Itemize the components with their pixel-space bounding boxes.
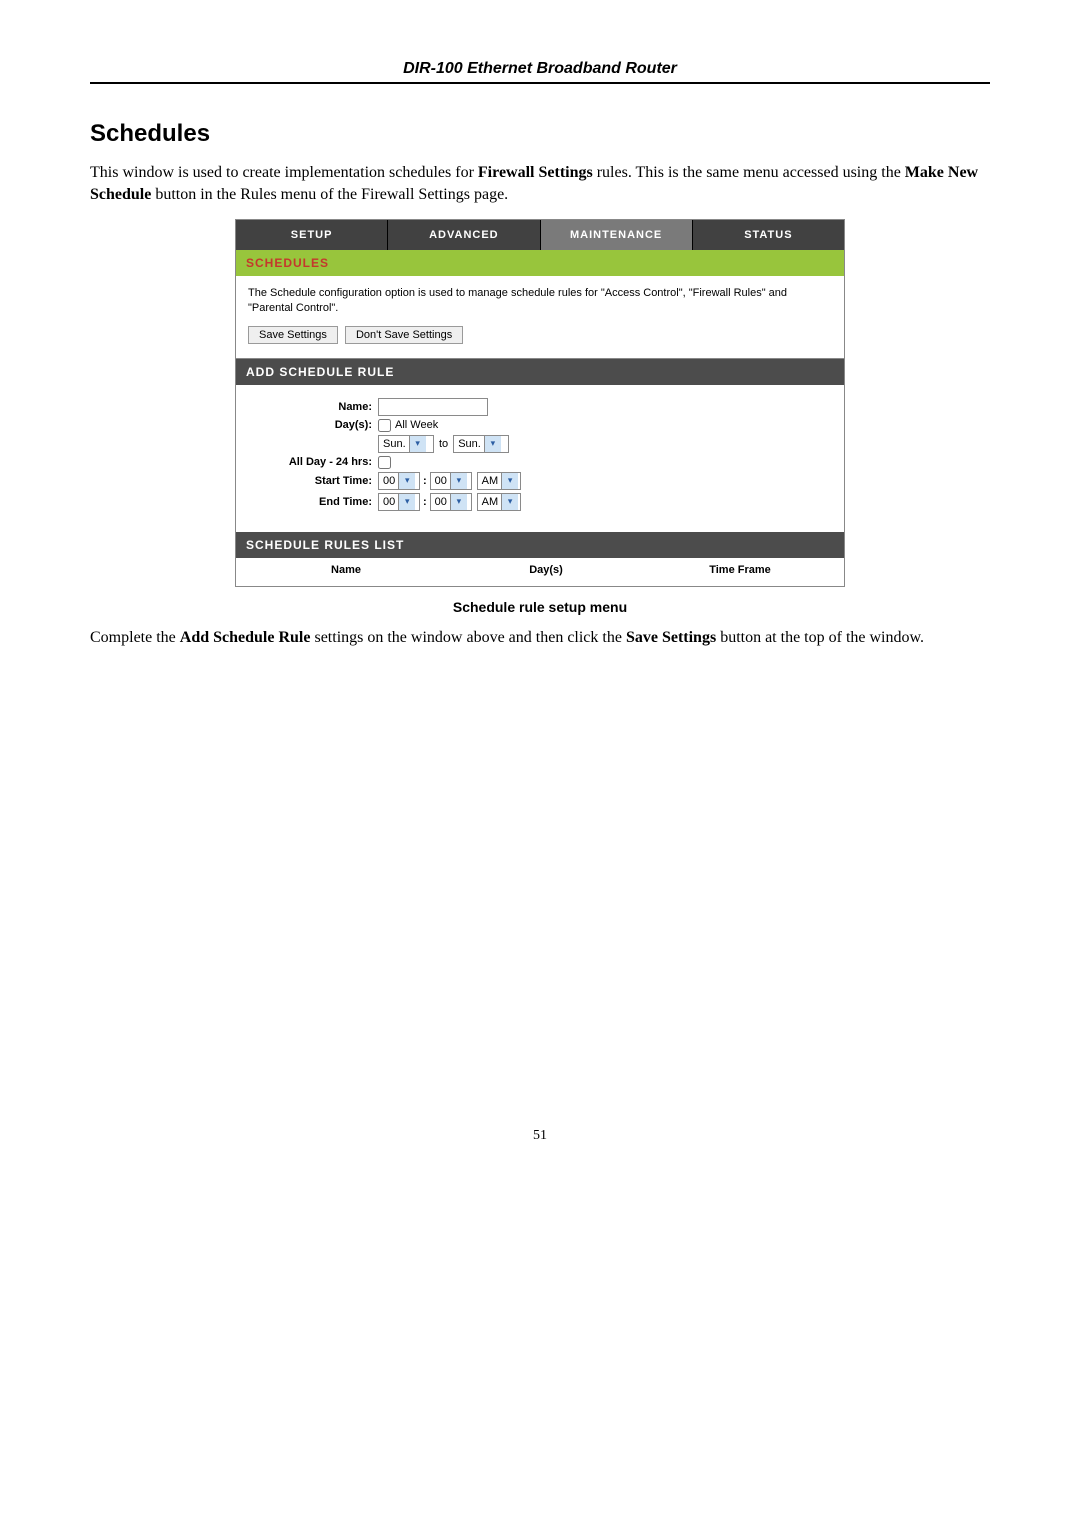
all-day-label: All Day - 24 hrs: bbox=[248, 456, 378, 468]
all-day-checkbox[interactable] bbox=[378, 456, 391, 469]
start-hour-value: 00 bbox=[383, 475, 398, 487]
tab-maintenance[interactable]: MAINTENANCE bbox=[541, 220, 693, 250]
end-minute-value: 00 bbox=[435, 496, 450, 508]
col-name: Name bbox=[246, 564, 446, 576]
to-label: to bbox=[439, 438, 448, 450]
time-colon: : bbox=[423, 496, 427, 508]
col-timeframe: Time Frame bbox=[646, 564, 834, 576]
list-head-row: Name Day(s) Time Frame bbox=[246, 564, 834, 576]
outro-paragraph: Complete the Add Schedule Rule settings … bbox=[90, 627, 990, 649]
chevron-down-icon: ▾ bbox=[398, 494, 415, 510]
outro-bold-2: Save Settings bbox=[626, 629, 716, 646]
name-label: Name: bbox=[248, 401, 378, 413]
chevron-down-icon: ▾ bbox=[409, 436, 426, 452]
doc-header: DIR-100 Ethernet Broadband Router bbox=[90, 60, 990, 84]
schedules-title-bar: SCHEDULES bbox=[236, 250, 844, 276]
chevron-down-icon: ▾ bbox=[450, 473, 467, 489]
section-title: Schedules bbox=[90, 120, 990, 148]
schedule-rules-list: Name Day(s) Time Frame bbox=[236, 558, 844, 586]
end-minute-select[interactable]: 00 ▾ bbox=[430, 493, 472, 511]
chevron-down-icon: ▾ bbox=[484, 436, 501, 452]
all-week-checkbox[interactable] bbox=[378, 419, 391, 432]
chevron-down-icon: ▾ bbox=[450, 494, 467, 510]
tab-advanced[interactable]: ADVANCED bbox=[388, 220, 540, 250]
figure-caption: Schedule rule setup menu bbox=[90, 599, 990, 615]
router-panel: SETUP ADVANCED MAINTENANCE STATUS SCHEDU… bbox=[235, 219, 845, 587]
day-to-select[interactable]: Sun. ▾ bbox=[453, 435, 509, 453]
dont-save-settings-button[interactable]: Don't Save Settings bbox=[345, 326, 463, 344]
add-schedule-rule-form: Name: Day(s): All Week Sun. ▾ to Sun. ▾ … bbox=[236, 385, 844, 532]
intro-text-2: rules. This is the same menu accessed us… bbox=[593, 164, 905, 181]
page-number: 51 bbox=[90, 1128, 990, 1144]
end-ampm-value: AM bbox=[482, 496, 502, 508]
end-time-label: End Time: bbox=[248, 496, 378, 508]
outro-text-1: Complete the bbox=[90, 629, 180, 646]
tab-status[interactable]: STATUS bbox=[693, 220, 844, 250]
outro-text-3: button at the top of the window. bbox=[716, 629, 924, 646]
col-days: Day(s) bbox=[446, 564, 646, 576]
save-settings-button[interactable]: Save Settings bbox=[248, 326, 338, 344]
start-ampm-value: AM bbox=[482, 475, 502, 487]
schedule-rules-list-header: SCHEDULE RULES LIST bbox=[236, 532, 844, 558]
chevron-down-icon: ▾ bbox=[398, 473, 415, 489]
all-week-label: All Week bbox=[395, 419, 438, 431]
time-colon: : bbox=[423, 475, 427, 487]
day-from-select[interactable]: Sun. ▾ bbox=[378, 435, 434, 453]
add-schedule-rule-header: ADD SCHEDULE RULE bbox=[236, 359, 844, 385]
end-hour-value: 00 bbox=[383, 496, 398, 508]
end-hour-select[interactable]: 00 ▾ bbox=[378, 493, 420, 511]
start-hour-select[interactable]: 00 ▾ bbox=[378, 472, 420, 490]
intro-text-1: This window is used to create implementa… bbox=[90, 164, 478, 181]
schedules-description: The Schedule configuration option is use… bbox=[248, 286, 832, 316]
day-from-value: Sun. bbox=[383, 438, 409, 450]
day-to-value: Sun. bbox=[458, 438, 484, 450]
start-minute-select[interactable]: 00 ▾ bbox=[430, 472, 472, 490]
tab-bar: SETUP ADVANCED MAINTENANCE STATUS bbox=[236, 220, 844, 250]
intro-text-3: button in the Rules menu of the Firewall… bbox=[151, 186, 508, 203]
outro-bold-1: Add Schedule Rule bbox=[180, 629, 311, 646]
schedules-description-box: The Schedule configuration option is use… bbox=[236, 276, 844, 359]
outro-text-2: settings on the window above and then cl… bbox=[310, 629, 625, 646]
intro-paragraph: This window is used to create implementa… bbox=[90, 162, 990, 205]
chevron-down-icon: ▾ bbox=[501, 473, 518, 489]
end-ampm-select[interactable]: AM ▾ bbox=[477, 493, 521, 511]
start-minute-value: 00 bbox=[435, 475, 450, 487]
tab-setup[interactable]: SETUP bbox=[236, 220, 388, 250]
start-time-label: Start Time: bbox=[248, 475, 378, 487]
start-ampm-select[interactable]: AM ▾ bbox=[477, 472, 521, 490]
chevron-down-icon: ▾ bbox=[501, 494, 518, 510]
name-input[interactable] bbox=[378, 398, 488, 416]
days-label: Day(s): bbox=[248, 419, 378, 431]
intro-bold-1: Firewall Settings bbox=[478, 164, 593, 181]
